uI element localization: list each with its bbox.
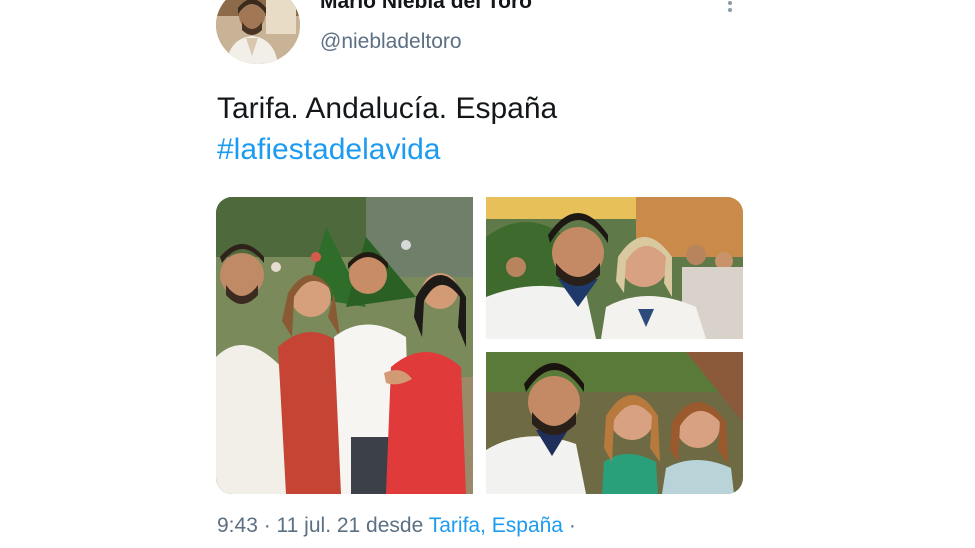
- meta-separator: ·: [562, 514, 576, 537]
- tweet-card: Mario Niebla del Toro @niebladeltoro Tar…: [0, 0, 975, 548]
- media-grid: [216, 197, 743, 494]
- photo-3-image: [486, 352, 743, 494]
- more-vertical-icon[interactable]: [722, 0, 738, 18]
- author-display-name[interactable]: Mario Niebla del Toro: [320, 0, 532, 14]
- author-handle[interactable]: @niebladeltoro: [320, 30, 462, 54]
- photo-2-image: [486, 197, 743, 339]
- tweet-meta: 9:43 · 11 jul. 21 desde Tarifa, España ·: [217, 514, 576, 538]
- author-avatar[interactable]: [216, 0, 300, 64]
- avatar-image: [216, 0, 300, 64]
- photo-trio-selfie[interactable]: [486, 352, 743, 494]
- tweet-text: Tarifa. Andalucía. España #lafiestadelav…: [217, 88, 557, 170]
- more-dot: [728, 8, 732, 12]
- photo-1-image: [216, 197, 473, 494]
- hashtag-link[interactable]: #lafiestadelavida: [217, 129, 557, 170]
- tweet-text-line: Tarifa. Andalucía. España: [217, 92, 558, 125]
- meta-from-word: desde: [360, 514, 429, 537]
- place-link[interactable]: Tarifa, España: [429, 514, 563, 537]
- more-dot: [728, 1, 732, 5]
- meta-separator: ·: [257, 514, 277, 537]
- photo-group-selfie[interactable]: [216, 197, 473, 494]
- photo-couple-selfie[interactable]: [486, 197, 743, 339]
- tweet-time[interactable]: 9:43: [217, 514, 258, 537]
- tweet-date[interactable]: 11 jul. 21: [277, 514, 361, 537]
